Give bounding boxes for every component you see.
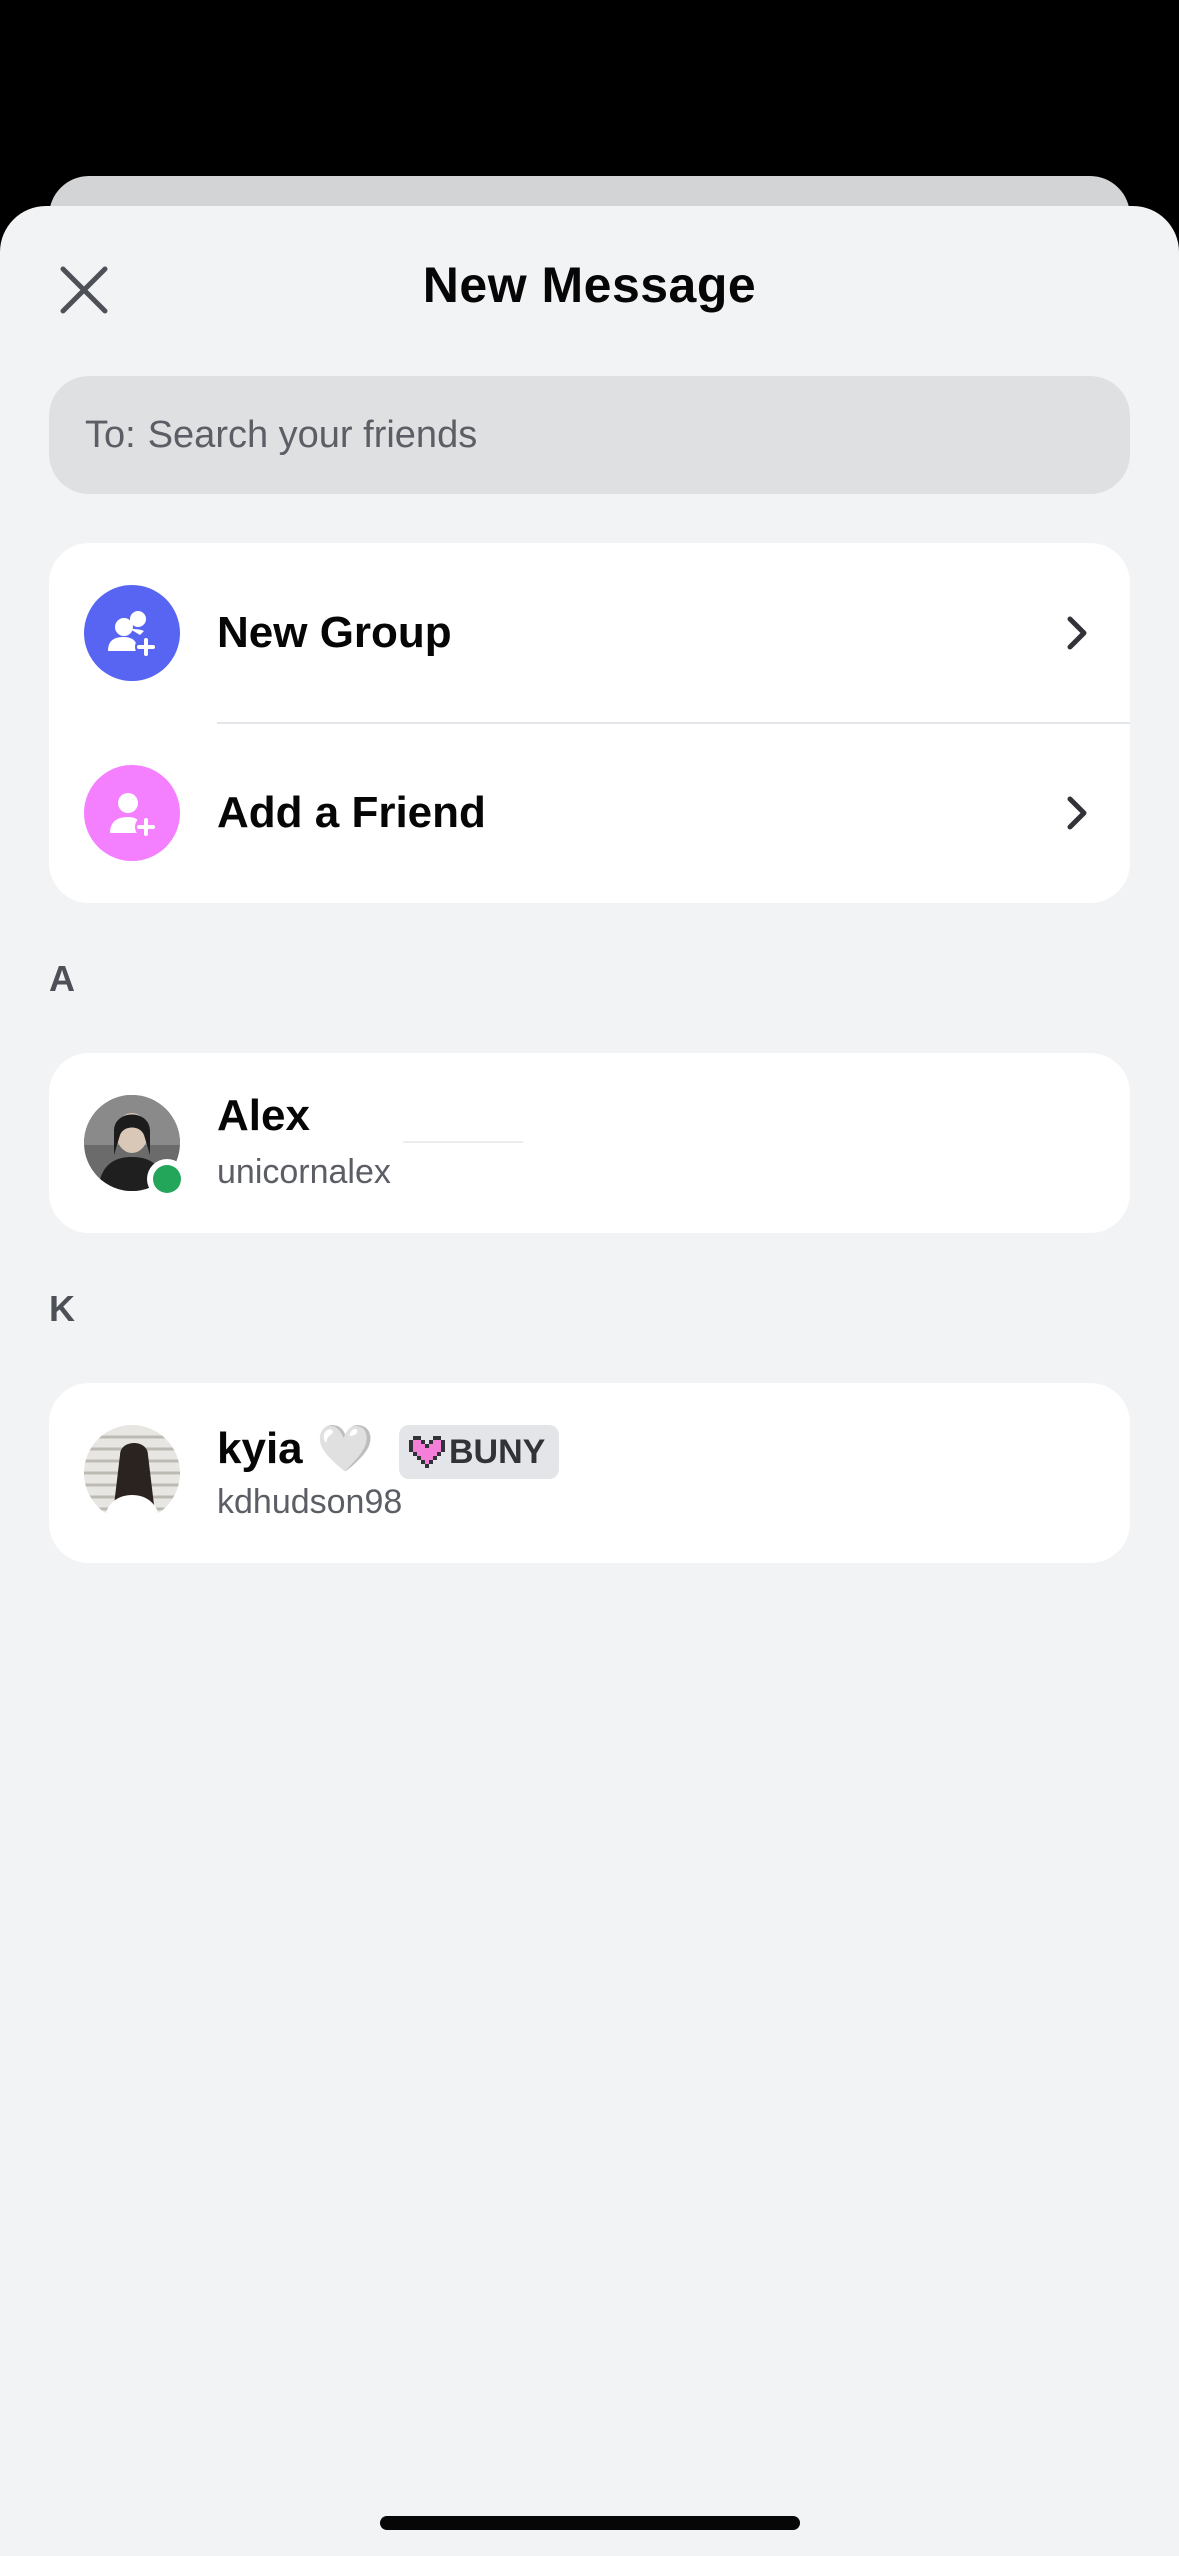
search-input[interactable]	[147, 413, 1028, 457]
friend-row-alex[interactable]: Alex unicornalex	[49, 1053, 1130, 1233]
friend-display-name: kyia 🤍	[217, 1421, 374, 1476]
add-friend-icon	[84, 765, 180, 861]
search-prefix: To:	[85, 413, 136, 456]
clan-tag-label: BUNY	[449, 1432, 546, 1471]
avatar	[84, 1425, 180, 1521]
page-title: New Message	[422, 257, 757, 313]
pixel-heart-icon	[409, 1436, 445, 1468]
divider	[403, 1141, 523, 1143]
section-header-k: K	[49, 1288, 75, 1329]
new-group-row[interactable]: New Group	[49, 543, 1130, 723]
chevron-right-icon	[1058, 613, 1098, 653]
new-group-label: New Group	[217, 608, 452, 657]
section-header-a: A	[49, 958, 75, 999]
add-friend-row[interactable]: Add a Friend	[49, 723, 1130, 903]
actions-card: New Group Add a Friend	[49, 543, 1130, 903]
search-bar[interactable]: To:	[49, 376, 1130, 494]
online-status-indicator	[147, 1159, 187, 1199]
white-heart-emoji: 🤍	[316, 1422, 374, 1474]
friend-row-kyia[interactable]: kyia 🤍 BUNY kdhudson98	[49, 1383, 1130, 1563]
clan-tag-badge[interactable]: BUNY	[399, 1425, 560, 1479]
add-friend-label: Add a Friend	[217, 788, 486, 837]
friend-username: unicornalex	[217, 1153, 391, 1191]
friend-display-name-text: kyia	[217, 1423, 303, 1473]
home-indicator	[380, 2516, 800, 2530]
friend-display-name: Alex	[217, 1091, 310, 1140]
chevron-right-icon	[1058, 793, 1098, 833]
new-group-icon	[84, 585, 180, 681]
friend-username: kdhudson98	[217, 1483, 403, 1521]
